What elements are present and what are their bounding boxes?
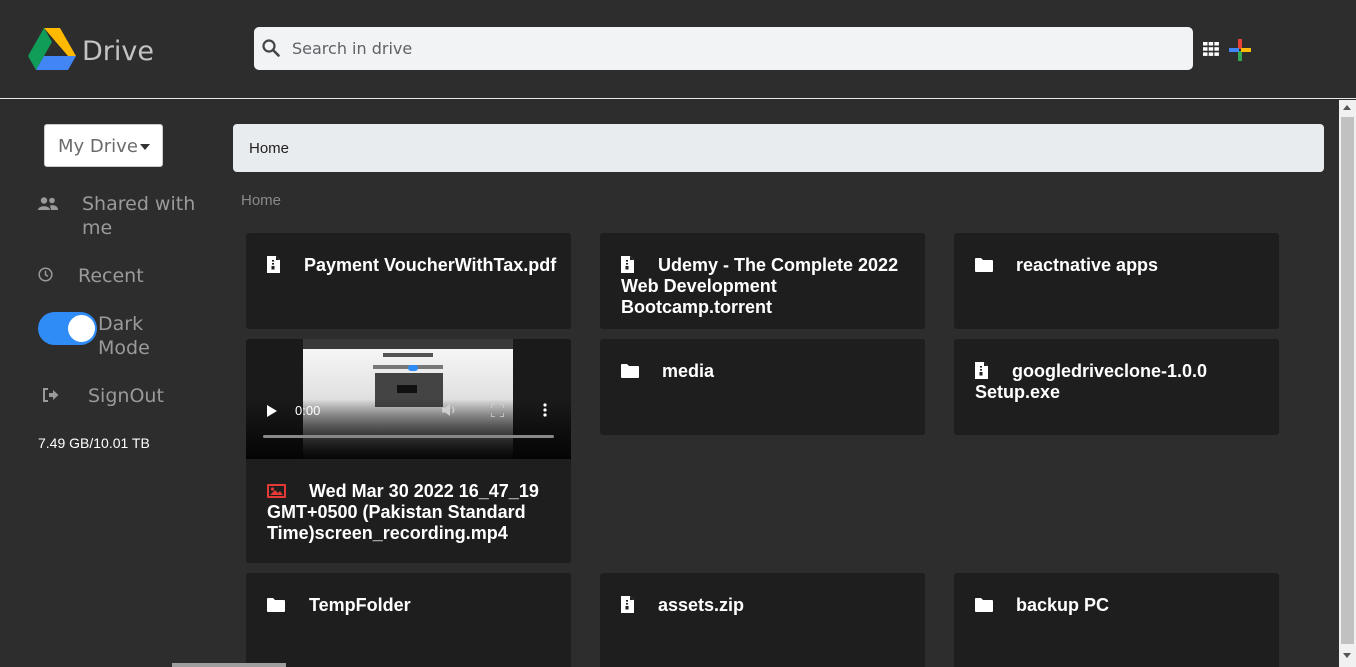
file-card[interactable]: assets.zip [600, 573, 925, 667]
file-name: assets.zip [658, 595, 745, 615]
folder-card[interactable]: TempFolder [246, 573, 571, 667]
video-progress-track[interactable] [263, 435, 554, 438]
sidebar-item-shared[interactable]: Shared with me [82, 192, 212, 240]
file-name: Udemy - The Complete 2022 Web Developmen… [621, 255, 899, 317]
folder-name: reactnative apps [1016, 255, 1159, 275]
volume-icon[interactable] [442, 403, 458, 417]
breadcrumb[interactable]: Home [241, 192, 281, 209]
breadcrumb-bar-label[interactable]: Home [249, 140, 289, 157]
search-icon [262, 39, 280, 57]
add-plus-icon[interactable] [1229, 39, 1251, 61]
sign-out-icon [43, 388, 59, 402]
scroll-up-arrow-icon[interactable] [1343, 105, 1351, 110]
breadcrumb-bar: Home [233, 124, 1324, 172]
storage-usage: 7.49 GB/10.01 TB [38, 435, 150, 451]
app-title: Drive [82, 36, 154, 67]
folder-card[interactable]: media [600, 339, 925, 435]
folder-name: TempFolder [309, 595, 411, 615]
file-card[interactable]: Udemy - The Complete 2022 Web Developmen… [600, 233, 925, 329]
clock-icon [38, 267, 53, 282]
file-name: Payment VoucherWithTax.pdf [304, 255, 557, 275]
folder-name: backup PC [1016, 595, 1110, 615]
sidebar: My Drive Shared with me Recent Dark Mode… [0, 100, 233, 667]
google-drive-logo-icon[interactable] [28, 28, 76, 70]
video-player[interactable]: 0:00 [246, 339, 571, 459]
sidebar-item-signout[interactable]: SignOut [88, 384, 164, 408]
scrollbar-thumb[interactable] [1341, 117, 1354, 644]
file-name: googledriveclone-1.0.0 Setup.exe [975, 361, 1208, 402]
my-drive-label: My Drive [58, 136, 138, 157]
horizontal-scrollbar-thumb[interactable] [172, 663, 286, 667]
sidebar-item-dark-mode: Dark Mode [98, 313, 150, 359]
dark-mode-toggle[interactable] [38, 312, 97, 345]
file-card[interactable]: googledriveclone-1.0.0 Setup.exe [954, 339, 1279, 435]
header: Drive [0, 0, 1356, 99]
file-name: Wed Mar 30 2022 16_47_19 GMT+0500 (Pakis… [267, 481, 539, 543]
video-time: 0:00 [295, 403, 321, 418]
scroll-down-arrow-icon[interactable] [1343, 653, 1351, 658]
file-card[interactable]: Payment VoucherWithTax.pdf [246, 233, 571, 329]
play-icon[interactable] [267, 405, 277, 417]
fullscreen-icon[interactable] [491, 404, 504, 417]
video-card[interactable]: 0:00 Wed Mar 30 2022 16_47_19 GMT+0500 (… [246, 339, 571, 563]
search-input[interactable] [292, 27, 1172, 70]
more-options-icon[interactable] [543, 403, 547, 417]
my-drive-dropdown[interactable]: My Drive [44, 124, 163, 167]
grid-view-icon[interactable] [1203, 42, 1219, 56]
folder-card[interactable]: backup PC [954, 573, 1279, 667]
toggle-knob [68, 315, 95, 342]
sidebar-item-recent[interactable]: Recent [78, 264, 144, 288]
people-icon [38, 197, 58, 210]
search-bar [254, 27, 1193, 70]
folder-name: media [662, 361, 715, 381]
folder-card[interactable]: reactnative apps [954, 233, 1279, 329]
caret-down-icon [140, 144, 150, 150]
